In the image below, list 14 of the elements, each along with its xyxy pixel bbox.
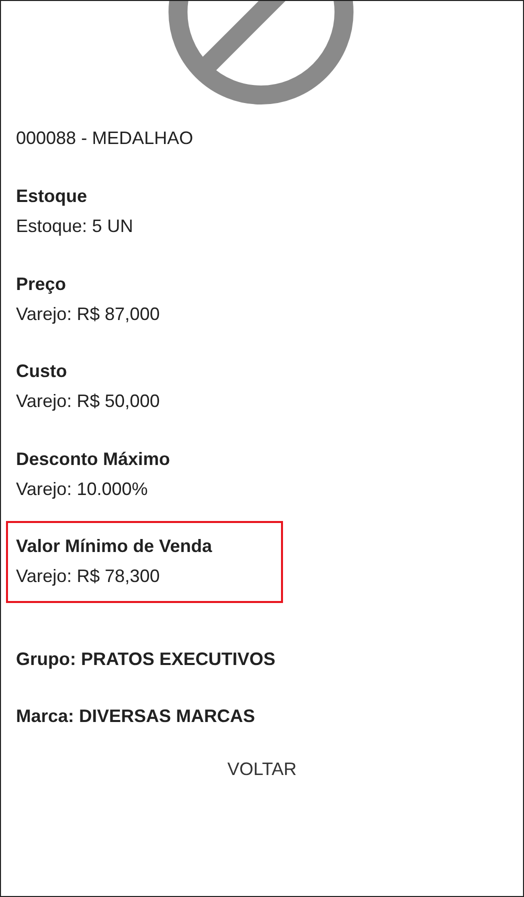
- back-button[interactable]: VOLTAR: [217, 753, 307, 786]
- section-heading: Preço: [16, 272, 68, 296]
- section-heading: Valor Mínimo de Venda: [16, 535, 214, 558]
- section-value: Varejo: R$ 87,000: [16, 302, 161, 326]
- section-value: Estoque: 5 UN: [16, 215, 134, 238]
- brand-label: Marca: DIVERSAS MARCAS: [16, 705, 256, 728]
- section-value: Varejo: R$ 50,000: [16, 390, 161, 413]
- section-value: Varejo: R$ 78,300: [16, 565, 161, 588]
- section-heading: Desconto Máximo: [16, 448, 172, 470]
- group-label: Grupo: PRATOS EXECUTIVOS: [16, 648, 276, 671]
- section-heading: Custo: [16, 360, 68, 383]
- product-title: 000088 - MEDALHAO: [16, 127, 194, 150]
- section-value: Varejo: 10.000%: [16, 478, 149, 501]
- section-heading: Estoque: [16, 185, 88, 208]
